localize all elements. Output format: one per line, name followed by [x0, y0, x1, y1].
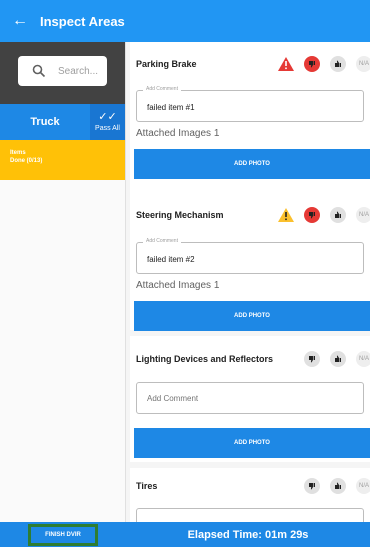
- comment-floating-label: Add Comment: [143, 86, 181, 92]
- comment-value: failed item #1: [147, 103, 195, 112]
- thumbs-up-icon[interactable]: [330, 351, 346, 367]
- warning-icon: [278, 57, 294, 71]
- items-label: Items: [10, 150, 26, 156]
- search-placeholder: Search...: [58, 65, 99, 77]
- page-title: Inspect Areas: [40, 13, 125, 29]
- search-area: Search...: [0, 42, 125, 104]
- card-header: Parking Brake N/A: [130, 42, 370, 86]
- add-photo-button[interactable]: ADD PHOTO: [134, 149, 370, 179]
- na-button[interactable]: N/A: [356, 351, 370, 367]
- card-title: Lighting Devices and Reflectors: [136, 353, 274, 364]
- comment-field[interactable]: [136, 508, 364, 522]
- search-input[interactable]: Search...: [18, 56, 107, 86]
- top-app-bar: ← Inspect Areas: [0, 0, 370, 42]
- card-header: Tires N/A: [130, 468, 370, 504]
- card-title: Steering Mechanism: [136, 209, 224, 220]
- add-photo-button[interactable]: ADD PHOTO: [134, 301, 370, 331]
- na-button[interactable]: N/A: [356, 478, 370, 494]
- pass-all-button[interactable]: ✓✓ Pass All: [90, 104, 125, 140]
- card-actions: N/A: [294, 351, 370, 367]
- category-row: Truck ✓✓ Pass All: [0, 104, 125, 140]
- finish-bar: FINISH DVIR: [0, 522, 126, 547]
- finish-dvir-button[interactable]: FINISH DVIR: [28, 523, 98, 546]
- inspection-card-lighting-devices: Lighting Devices and Reflectors N/A Add …: [130, 336, 370, 462]
- thumbs-up-icon[interactable]: [330, 478, 346, 494]
- thumbs-down-icon[interactable]: [304, 56, 320, 72]
- sidebar: Search... Truck ✓✓ Pass All Items Done (…: [0, 42, 126, 522]
- comment-value: failed item #2: [147, 255, 195, 264]
- inspection-card-tires: Tires N/A: [130, 468, 370, 522]
- card-actions: N/A: [294, 478, 370, 494]
- arrow-left-icon[interactable]: ←: [0, 12, 40, 30]
- warning-icon: [278, 208, 294, 222]
- thumbs-down-icon[interactable]: [304, 351, 320, 367]
- thumbs-down-icon[interactable]: [304, 207, 320, 223]
- card-actions: N/A: [270, 207, 370, 223]
- card-actions: N/A: [270, 56, 370, 72]
- comment-field[interactable]: Add Comment failed item #1: [136, 86, 364, 122]
- add-photo-button[interactable]: ADD PHOTO: [134, 428, 370, 458]
- card-header: Steering Mechanism N/A: [130, 192, 370, 238]
- thumbs-down-icon[interactable]: [304, 478, 320, 494]
- search-icon: [32, 64, 46, 78]
- comment-field[interactable]: Add Comment: [136, 382, 364, 414]
- pass-all-label: Pass All: [95, 125, 120, 132]
- comment-field[interactable]: Add Comment failed item #2: [136, 238, 364, 274]
- card-header: Lighting Devices and Reflectors N/A: [130, 336, 370, 376]
- attached-images-count: Attached Images 1: [136, 280, 220, 291]
- thumbs-up-icon[interactable]: [330, 207, 346, 223]
- inspection-card-parking-brake: Parking Brake N/A Add Comment failed ite…: [130, 42, 370, 192]
- tab-truck[interactable]: Truck: [0, 104, 90, 140]
- inspection-list[interactable]: Parking Brake N/A Add Comment failed ite…: [126, 42, 370, 522]
- thumbs-up-icon[interactable]: [330, 56, 346, 72]
- items-done-count: Done (0/13): [10, 158, 43, 164]
- na-button[interactable]: N/A: [356, 56, 370, 72]
- card-title: Parking Brake: [136, 58, 197, 69]
- inspection-card-steering-mechanism: Steering Mechanism N/A Add Comment faile…: [130, 192, 370, 331]
- card-title: Tires: [136, 480, 158, 491]
- double-check-icon: ✓✓: [98, 111, 117, 123]
- na-button[interactable]: N/A: [356, 207, 370, 223]
- elapsed-time: Elapsed Time: 01m 29s: [126, 522, 370, 547]
- attached-images-count: Attached Images 1: [136, 128, 220, 139]
- comment-floating-label: Add Comment: [143, 238, 181, 244]
- items-progress[interactable]: Items Done (0/13): [0, 140, 125, 180]
